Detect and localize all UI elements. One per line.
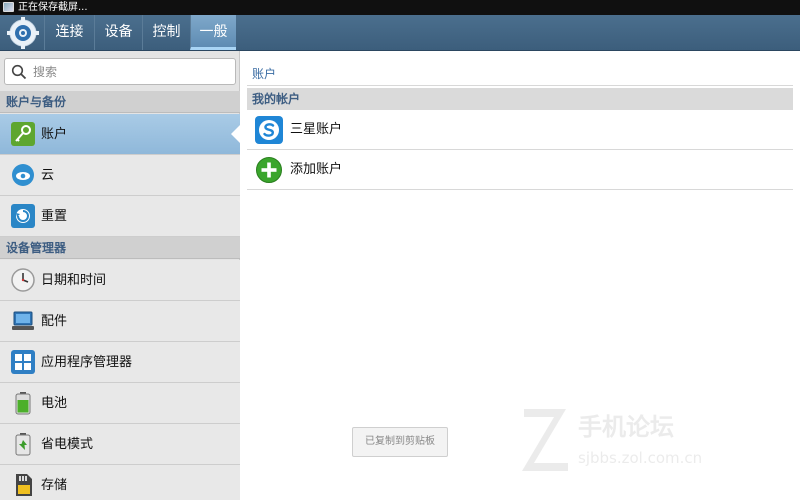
battery-icon <box>15 392 31 415</box>
account-row-samsung[interactable]: 三星账户 <box>247 110 793 150</box>
toast-message: 已复制到剪贴板 <box>352 427 448 457</box>
sidebar-item-storage[interactable]: 存储 <box>0 465 240 500</box>
section-header-device-manager: 设备管理器 <box>0 237 240 259</box>
watermark-url: sjbbs.zol.com.cn <box>578 449 702 467</box>
account-label: 三星账户 <box>290 122 343 137</box>
samsung-account-icon <box>255 116 283 144</box>
clock-icon <box>11 268 35 292</box>
sidebar-item-power-saving[interactable]: 省电模式 <box>0 424 240 465</box>
search-box[interactable] <box>4 58 236 85</box>
add-icon <box>256 157 282 183</box>
my-accounts-header: 我的帐户 <box>247 88 793 110</box>
tab-connect[interactable]: 连接 <box>44 15 94 50</box>
sidebar-item-accessories[interactable]: 配件 <box>0 301 240 342</box>
section-header-accounts-backup: 账户与备份 <box>0 91 240 113</box>
sidebar-item-app-manager[interactable]: 应用程序管理器 <box>0 342 240 383</box>
reset-icon <box>11 204 35 228</box>
sidebar-item-accounts[interactable]: 账户 <box>0 114 241 155</box>
tab-device[interactable]: 设备 <box>94 15 142 50</box>
cloud-icon <box>12 164 34 186</box>
page-title: 账户 <box>252 67 277 81</box>
settings-gear-icon[interactable] <box>6 17 40 49</box>
sidebar-item-label: 日期和时间 <box>41 273 107 288</box>
selection-indicator <box>231 124 241 144</box>
key-icon <box>11 122 35 146</box>
sidebar-item-label: 应用程序管理器 <box>41 355 133 370</box>
tab-control[interactable]: 控制 <box>142 15 190 50</box>
tab-general[interactable]: 一般 <box>190 15 236 50</box>
storage-icon <box>16 474 32 496</box>
search-icon <box>11 64 27 80</box>
app-manager-icon <box>11 350 35 374</box>
top-tab-bar: 连接 设备 控制 一般 <box>0 15 800 51</box>
screenshot-icon <box>3 2 14 12</box>
sidebar-item-label: 电池 <box>41 396 68 411</box>
sidebar-item-label: 云 <box>41 168 55 183</box>
sidebar-item-reset[interactable]: 重置 <box>0 196 240 237</box>
account-label: 添加账户 <box>290 162 343 177</box>
sidebar-item-label: 账户 <box>41 127 68 142</box>
sidebar-item-battery[interactable]: 电池 <box>0 383 240 424</box>
search-input[interactable] <box>33 62 229 81</box>
status-bar: 正在保存截屏... <box>0 0 800 15</box>
sidebar-item-label: 配件 <box>41 314 68 329</box>
sidebar-item-date-time[interactable]: 日期和时间 <box>0 260 240 301</box>
watermark-logo: 手机论坛 sjbbs.zol.com.cn <box>522 409 702 471</box>
accessory-icon <box>12 311 34 330</box>
sidebar-item-label: 存储 <box>41 478 68 493</box>
sidebar-item-label: 省电模式 <box>41 437 94 452</box>
sidebar-item-label: 重置 <box>41 209 68 224</box>
account-row-add[interactable]: 添加账户 <box>247 150 793 190</box>
divider <box>247 85 793 86</box>
sidebar: 账户与备份 账户 云 重置 设备管理器 <box>0 51 241 500</box>
watermark-title: 手机论坛 <box>578 413 674 441</box>
power-saving-icon <box>15 433 31 456</box>
status-text: 正在保存截屏... <box>18 2 88 13</box>
sidebar-item-cloud[interactable]: 云 <box>0 155 240 196</box>
